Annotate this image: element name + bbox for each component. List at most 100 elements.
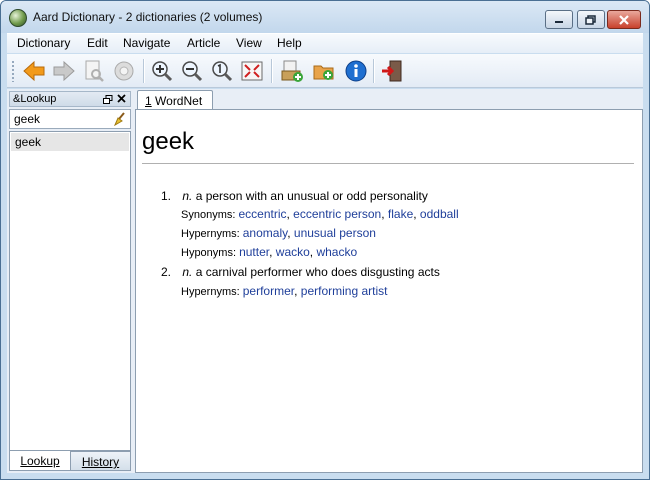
- tab-history-label: History: [81, 455, 120, 469]
- forward-button[interactable]: [51, 58, 77, 84]
- tab-history[interactable]: History: [70, 451, 131, 471]
- relation-label: Hypernyms:: [181, 228, 243, 240]
- toolbar-separator: [271, 59, 272, 83]
- app-window: Aard Dictionary - 2 dictionaries (2 volu…: [0, 0, 650, 480]
- zoom-in-icon: [152, 61, 173, 82]
- toolbar: [7, 54, 643, 88]
- relation-label: Synonyms:: [181, 209, 239, 221]
- part-of-speech: n.: [182, 265, 193, 279]
- app-globe-icon: [9, 9, 27, 27]
- tab-lookup-label: Lookup: [20, 454, 60, 468]
- menu-dictionary[interactable]: Dictionary: [17, 36, 70, 50]
- term-link[interactable]: performer: [243, 284, 294, 298]
- definition: a carnival performer who does disgusting…: [195, 265, 440, 279]
- toolbar-separator: [143, 59, 144, 83]
- term-separator: ,: [269, 245, 276, 259]
- hypernyms-row: Hypernyms: anomaly, unusual person: [181, 226, 376, 240]
- tab-label: WordNet: [155, 94, 203, 108]
- float-panel-icon[interactable]: [103, 94, 113, 108]
- add-folder-icon: [313, 65, 334, 80]
- maximize-button[interactable]: [577, 10, 605, 29]
- list-item[interactable]: geek: [11, 133, 129, 151]
- term-link[interactable]: nutter: [239, 245, 269, 259]
- menu-navigate[interactable]: Navigate: [123, 36, 170, 50]
- info-button[interactable]: [343, 58, 369, 84]
- relation-label: Hypernyms:: [181, 286, 243, 298]
- find-page-icon: [85, 60, 104, 82]
- menu-edit[interactable]: Edit: [87, 36, 108, 50]
- menu-article[interactable]: Article: [187, 36, 220, 50]
- random-icon: [114, 61, 134, 81]
- zoom-out-icon: [182, 61, 203, 82]
- window-title: Aard Dictionary - 2 dictionaries (2 volu…: [33, 10, 263, 24]
- lookup-input[interactable]: geek: [9, 109, 131, 129]
- term-link[interactable]: eccentric person: [293, 207, 381, 221]
- relation-label: Hyponyms:: [181, 247, 240, 259]
- add-folder-button[interactable]: [311, 58, 337, 84]
- back-icon: [23, 60, 45, 82]
- lookup-panel-title: &Lookup: [13, 93, 57, 105]
- term-link[interactable]: whacko: [316, 245, 357, 259]
- zoom-in-button[interactable]: [149, 58, 175, 84]
- term-separator: ,: [287, 226, 294, 240]
- back-button[interactable]: [21, 58, 47, 84]
- sense-number: 1.: [161, 189, 172, 203]
- title-bar[interactable]: Aard Dictionary - 2 dictionaries (2 volu…: [1, 1, 649, 33]
- hyponyms-row: Hyponyms: nutter, wacko, whacko: [181, 245, 357, 259]
- term-separator: ,: [413, 207, 420, 221]
- lookup-input-text: geek: [14, 112, 41, 126]
- lookup-panel-header[interactable]: &Lookup: [9, 91, 131, 107]
- fullscreen-button[interactable]: [239, 58, 265, 84]
- exit-icon: [382, 60, 402, 82]
- restore-icon: [585, 14, 596, 25]
- tab-number: 1: [145, 94, 152, 108]
- main-area: &Lookup geek geek Lookup History 1 WordN…: [7, 89, 643, 473]
- forward-icon: [53, 60, 75, 82]
- word-list[interactable]: geek: [9, 131, 131, 451]
- minimize-icon: [555, 20, 563, 23]
- sense-2: 2. n. a carnival performer who does disg…: [161, 265, 440, 279]
- sense-1: 1. n. a person with an unusual or odd pe…: [161, 189, 428, 203]
- term-link[interactable]: wacko: [276, 245, 310, 259]
- definition: a person with an unusual or odd personal…: [195, 189, 428, 203]
- close-panel-icon[interactable]: [116, 93, 127, 107]
- minimize-button[interactable]: [545, 10, 573, 29]
- menu-bar: Dictionary Edit Navigate Article View He…: [7, 33, 643, 53]
- term-separator: ,: [294, 284, 301, 298]
- zoom-out-button[interactable]: [179, 58, 205, 84]
- tab-wordnet[interactable]: 1 WordNet: [137, 90, 213, 110]
- toolbar-separator: [373, 59, 374, 83]
- term-link[interactable]: oddball: [420, 207, 459, 221]
- term-link[interactable]: flake: [388, 207, 413, 221]
- find-page-button[interactable]: [81, 58, 107, 84]
- menu-help[interactable]: Help: [277, 36, 302, 50]
- info-icon: [345, 60, 367, 82]
- toolbar-grip[interactable]: [11, 60, 15, 82]
- lookup-panel-tabs: Lookup History: [9, 451, 131, 471]
- add-dictionary-button[interactable]: [279, 58, 305, 84]
- term-link[interactable]: performing artist: [301, 284, 388, 298]
- term-link[interactable]: eccentric: [238, 207, 286, 221]
- add-dictionary-icon: [281, 60, 303, 82]
- fullscreen-icon: [241, 61, 263, 81]
- article-tabs: 1 WordNet: [135, 89, 643, 110]
- tab-lookup[interactable]: Lookup: [9, 451, 71, 471]
- term-link[interactable]: anomaly: [243, 226, 287, 240]
- synonyms-row: Synonyms: eccentric, eccentric person, f…: [181, 207, 459, 221]
- random-button[interactable]: [111, 58, 137, 84]
- hypernyms-row: Hypernyms: performer, performing artist: [181, 284, 387, 298]
- article-view[interactable]: geek 1. n. a person with an unusual or o…: [135, 109, 643, 473]
- clear-broom-icon[interactable]: [113, 112, 127, 129]
- close-icon: [619, 14, 629, 25]
- sense-number: 2.: [161, 265, 172, 279]
- term-link[interactable]: unusual person: [294, 226, 376, 240]
- exit-button[interactable]: [379, 58, 405, 84]
- zoom-reset-button[interactable]: [209, 58, 235, 84]
- part-of-speech: n.: [182, 189, 193, 203]
- headword-divider: [142, 163, 634, 164]
- menu-view[interactable]: View: [236, 36, 262, 50]
- close-button[interactable]: [607, 10, 641, 29]
- term-separator: ,: [381, 207, 388, 221]
- zoom-reset-icon: [212, 61, 233, 82]
- lookup-panel: &Lookup geek geek Lookup History: [9, 89, 131, 473]
